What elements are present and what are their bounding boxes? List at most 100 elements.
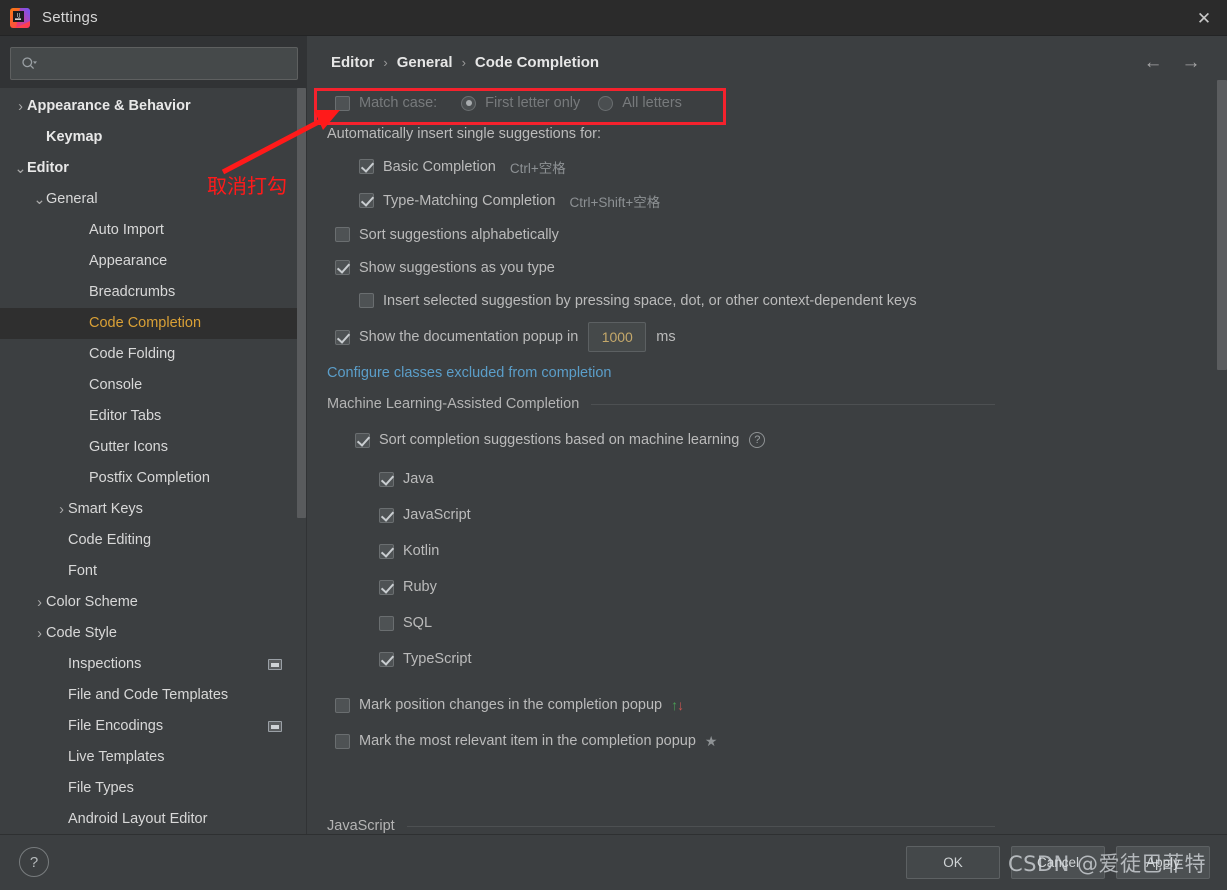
sidebar-item-breadcrumbs[interactable]: Breadcrumbs — [0, 277, 298, 308]
chevron-down-icon[interactable]: ⌄ — [14, 161, 27, 177]
back-arrow-icon[interactable]: ← — [1142, 53, 1164, 73]
apply-button[interactable]: Apply — [1116, 846, 1210, 879]
forward-arrow-icon[interactable]: → — [1180, 53, 1202, 73]
sidebar-item-color-scheme[interactable]: › Color Scheme — [0, 587, 298, 618]
main-scrollbar-thumb[interactable] — [1217, 80, 1227, 370]
js-section-title: JavaScript — [327, 818, 395, 834]
cancel-button[interactable]: Cancel — [1011, 846, 1105, 879]
mark-position-checkbox[interactable] — [335, 697, 350, 713]
sidebar-item-label: Inspections — [68, 656, 142, 673]
annotation-text: 取消打勾 — [207, 174, 287, 198]
sidebar-scrollbar[interactable] — [297, 88, 306, 834]
sidebar-item-label: Color Scheme — [46, 594, 138, 611]
ml-language-checkbox-typescript[interactable] — [379, 651, 394, 667]
sidebar-item-gutter-icons[interactable]: Gutter Icons — [0, 432, 298, 463]
star-icon: ★ — [704, 732, 718, 749]
settings-dialog: IJ Settings ✕ › Appearance & Behavior Keym… — [0, 0, 1227, 890]
help-button[interactable]: ? — [19, 847, 49, 877]
sidebar-item-auto-import[interactable]: Auto Import — [0, 215, 298, 246]
sidebar-item-label: Code Completion — [89, 315, 202, 332]
type-matching-completion-row: Type-Matching Completion Ctrl+Shift+空格 — [307, 183, 1227, 218]
all-letters-radio[interactable] — [598, 95, 614, 111]
sidebar-item-code-editing[interactable]: Code Editing — [0, 525, 298, 556]
chevron-right-icon[interactable]: › — [14, 99, 27, 115]
sidebar-item-file-encodings[interactable]: File Encodings — [0, 711, 298, 742]
ok-button[interactable]: OK — [906, 846, 1000, 879]
sidebar-item-code-completion[interactable]: Code Completion — [0, 308, 298, 339]
insert-selected-checkbox[interactable] — [359, 293, 374, 308]
ml-language-checkbox-java[interactable] — [379, 471, 394, 487]
first-letter-only-label: First letter only — [485, 95, 581, 111]
type-matching-completion-checkbox[interactable] — [359, 193, 374, 208]
help-circle-icon[interactable]: ? — [749, 432, 766, 448]
breadcrumb-item-general[interactable]: General — [397, 54, 453, 71]
sidebar-item-font[interactable]: Font — [0, 556, 298, 587]
sidebar-item-android-layout-editor[interactable]: Android Layout Editor — [0, 804, 298, 834]
ml-language-label: Ruby — [403, 579, 437, 595]
ml-language-label: Kotlin — [403, 543, 440, 559]
sidebar-item-keymap[interactable]: Keymap — [0, 122, 298, 153]
sidebar-item-label: File Types — [68, 780, 134, 797]
ml-language-checkbox-ruby[interactable] — [379, 579, 394, 595]
sidebar-item-label: Code Folding — [89, 346, 176, 363]
doc-popup-row: Show the documentation popup in 1000 ms — [307, 317, 1227, 357]
sidebar-item-appearance[interactable]: Appearance — [0, 246, 298, 277]
ml-language-checkbox-javascript[interactable] — [379, 507, 394, 523]
configure-excluded-link[interactable]: Configure classes excluded from completi… — [327, 365, 612, 381]
arrow-down-icon: ↓ — [677, 697, 684, 713]
sidebar-item-label: Editor Tabs — [89, 408, 162, 425]
close-icon[interactable]: ✕ — [1181, 0, 1227, 36]
ml-language-checkbox-sql[interactable] — [379, 615, 394, 631]
sidebar-item-label: Font — [68, 563, 98, 580]
position-change-arrows-icon: ↑↓ — [671, 697, 684, 713]
sidebar-item-file-and-code-templates[interactable]: File and Code Templates — [0, 680, 298, 711]
show-as-you-type-checkbox[interactable] — [335, 260, 350, 275]
basic-completion-checkbox[interactable] — [359, 159, 374, 174]
sidebar-item-live-templates[interactable]: Live Templates — [0, 742, 298, 773]
settings-search[interactable] — [10, 47, 298, 80]
doc-popup-checkbox[interactable] — [335, 329, 350, 345]
type-matching-completion-label: Type-Matching Completion — [383, 192, 556, 209]
insert-selected-label: Insert selected suggestion by pressing s… — [383, 292, 917, 309]
chevron-right-icon[interactable]: › — [33, 626, 46, 642]
ml-language-row-ruby: Ruby — [307, 569, 1227, 605]
chevron-down-icon[interactable]: ⌄ — [33, 192, 46, 208]
ml-sort-checkbox[interactable] — [355, 432, 370, 448]
first-letter-only-radio[interactable] — [461, 95, 477, 111]
js-section-header: JavaScript — [307, 811, 1227, 834]
sidebar-item-file-types[interactable]: File Types — [0, 773, 298, 804]
chevron-right-icon[interactable]: › — [33, 595, 46, 611]
sidebar-item-code-style[interactable]: › Code Style — [0, 618, 298, 649]
dialog-footer: ? OK Cancel Apply — [0, 834, 1227, 890]
sort-alphabetically-checkbox[interactable] — [335, 227, 350, 242]
settings-main-panel: Editor › General › Code Completion ← → M… — [307, 36, 1227, 834]
sidebar-item-label: Appearance — [89, 253, 168, 270]
sidebar-scrollbar-thumb[interactable] — [297, 88, 306, 518]
settings-tree[interactable]: › Appearance & Behavior Keymap ⌄ Editor ⌄ Gene… — [0, 88, 298, 834]
sidebar-item-smart-keys[interactable]: › Smart Keys — [0, 494, 298, 525]
sidebar-item-editor-tabs[interactable]: Editor Tabs — [0, 401, 298, 432]
ml-language-checkbox-kotlin[interactable] — [379, 543, 394, 559]
sidebar-item-console[interactable]: Console — [0, 370, 298, 401]
doc-popup-delay-input[interactable]: 1000 — [588, 322, 647, 352]
main-scrollbar[interactable] — [1217, 36, 1227, 834]
sidebar-item-appearance-behavior[interactable]: › Appearance & Behavior — [0, 91, 298, 122]
chevron-right-icon[interactable]: › — [55, 502, 68, 518]
sidebar-item-postfix-completion[interactable]: Postfix Completion — [0, 463, 298, 494]
breadcrumb-item-editor[interactable]: Editor — [331, 54, 374, 71]
mark-relevant-checkbox[interactable] — [335, 733, 350, 749]
sidebar-item-inspections[interactable]: Inspections — [0, 649, 298, 680]
section-divider — [406, 825, 995, 827]
sidebar-item-code-folding[interactable]: Code Folding — [0, 339, 298, 370]
search-icon — [21, 56, 37, 72]
match-case-checkbox[interactable] — [335, 95, 350, 111]
search-input[interactable] — [37, 56, 297, 71]
